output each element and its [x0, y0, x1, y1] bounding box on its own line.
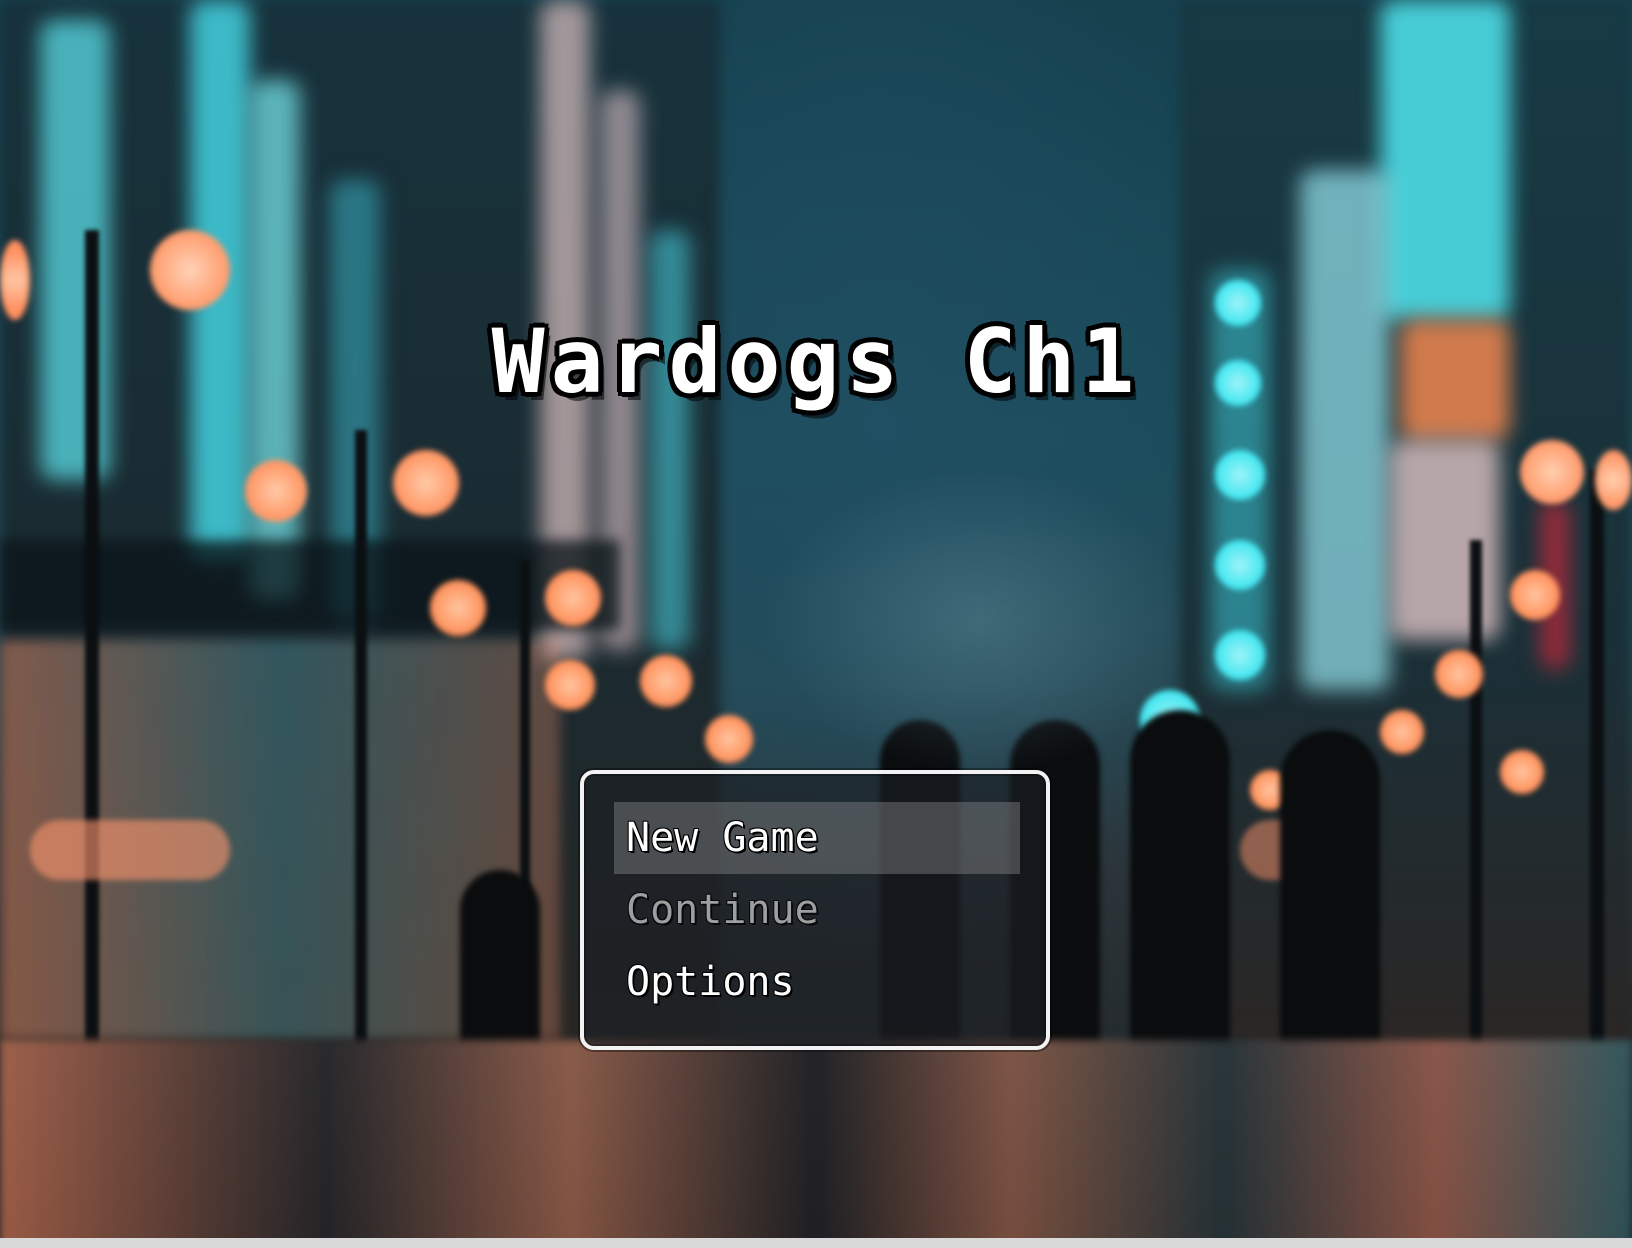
wet-pavement — [0, 1040, 1632, 1248]
title-command-list: New Game Continue Options — [614, 802, 1020, 1018]
game-title: Wardogs Ch1 — [491, 310, 1141, 413]
menu-item-options[interactable]: Options — [614, 946, 1020, 1018]
bottom-edge-strip — [0, 1238, 1632, 1248]
title-screen: Wardogs Ch1 New Game Continue Options — [0, 0, 1632, 1248]
title-command-window: New Game Continue Options — [580, 770, 1050, 1050]
menu-item-new-game[interactable]: New Game — [614, 802, 1020, 874]
menu-item-continue[interactable]: Continue — [614, 874, 1020, 946]
